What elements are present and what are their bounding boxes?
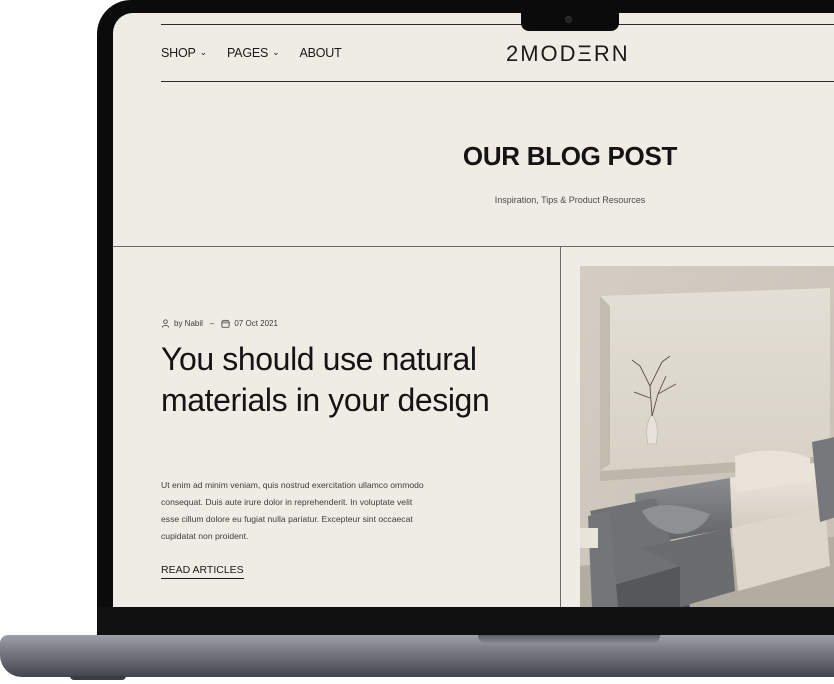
section-divider [113, 246, 834, 247]
article-excerpt: Ut enim ad minim veniam, quis nostrud ex… [161, 480, 424, 541]
camera-icon [566, 17, 571, 22]
read-articles-link[interactable]: READ ARTICLES [161, 564, 244, 579]
calendar-icon [221, 319, 230, 328]
column-divider [560, 246, 561, 607]
nav-rule [161, 81, 834, 82]
nav-item-label: ABOUT [299, 46, 342, 60]
laptop-foot [70, 676, 126, 680]
nav-item-about[interactable]: ABOUT [299, 46, 341, 60]
site-logo[interactable]: 2MODΞRN [506, 41, 630, 67]
top-rule [161, 24, 834, 25]
article-image[interactable] [580, 266, 834, 607]
meta-separator: – [209, 319, 215, 328]
laptop-open-groove [478, 635, 660, 644]
chevron-down-icon: ⌄ [199, 46, 208, 57]
camera-notch [521, 11, 619, 31]
nav-item-label: SHOP [161, 46, 196, 60]
nav-item-pages[interactable]: PAGES ⌄ [227, 46, 280, 60]
laptop-bezel-bottom [97, 607, 834, 637]
article-title[interactable]: You should use natural materials in your… [161, 339, 491, 421]
user-icon [161, 319, 170, 328]
laptop-base [0, 635, 834, 677]
article-author: by Nabil [174, 319, 203, 328]
nav-item-label: PAGES [226, 46, 269, 60]
living-room-sofa-photo [580, 266, 834, 607]
chevron-down-icon: ⌄ [272, 46, 280, 57]
page-title: OUR BLOG POST [462, 141, 678, 171]
page-subtitle: Inspiration, Tips & Product Resources [494, 195, 646, 205]
article-meta: by Nabil – 07 Oct 2021 [161, 319, 278, 328]
nav-item-shop[interactable]: SHOP ⌄ [161, 46, 207, 60]
article-date: 07 Oct 2021 [234, 319, 278, 328]
main-nav: SHOP ⌄ PAGES ⌄ ABOUT [161, 46, 342, 60]
laptop-screen: SHOP ⌄ PAGES ⌄ ABOUT 2MODΞRN OUR BLOG PO… [113, 13, 834, 607]
